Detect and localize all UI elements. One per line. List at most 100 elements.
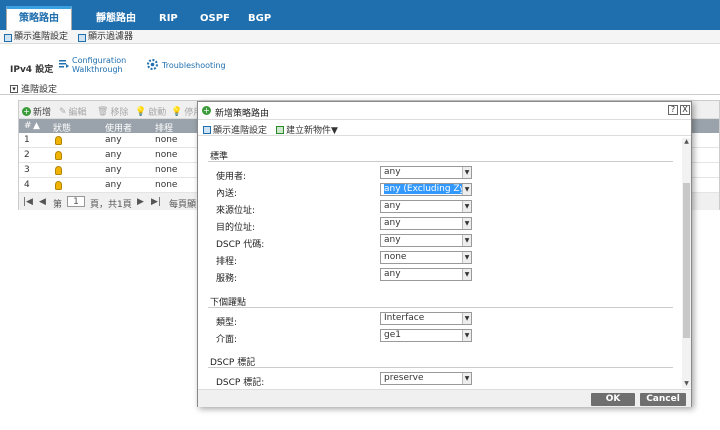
dscp-code-label: DSCP 代碼:	[216, 240, 265, 250]
destination-address-value: any	[384, 218, 401, 228]
active-bulb-icon	[55, 151, 62, 160]
dialog-footer: OK Cancel	[198, 389, 691, 407]
dialog-title: 新增策略路由	[215, 109, 270, 119]
show-filter-link[interactable]: 顯示過濾器	[78, 32, 133, 43]
row-schedule: none	[155, 165, 178, 175]
configuration-walkthrough-link[interactable]: Configuration Walkthrough	[72, 56, 126, 74]
plus-icon: +	[22, 107, 31, 116]
remove-label: 移除	[110, 108, 129, 118]
divider	[0, 94, 720, 95]
interface-label: 介面:	[216, 335, 238, 345]
help-button[interactable]: ?	[668, 105, 678, 115]
page-toolbar: IPv4 設定 Configuration Walkthrough Troubl…	[0, 52, 720, 78]
row-user: any	[105, 180, 122, 190]
new-object-icon	[276, 125, 284, 134]
dscp-code-select[interactable]: any ▼	[380, 234, 472, 247]
source-address-value: any	[384, 201, 401, 211]
chevron-down-icon: ▼	[462, 218, 471, 229]
dialog-toolbar: 顯示進階設定 建立新物件▼	[198, 120, 691, 136]
dialog-scrollbar[interactable]: ▲ ▼	[682, 138, 691, 388]
source-address-select[interactable]: any ▼	[380, 200, 472, 213]
per-page-label: 每頁顯	[169, 200, 197, 210]
first-page-icon[interactable]: |◀	[23, 197, 33, 207]
create-object-button[interactable]: 建立新物件▼	[276, 123, 338, 136]
row-number: 3	[24, 165, 30, 175]
tab-rip[interactable]: RIP	[159, 8, 178, 30]
row-schedule: none	[155, 180, 178, 190]
walkthrough-icon	[59, 60, 69, 68]
remove-button[interactable]: 🗑 移除	[97, 105, 129, 119]
user-value: any	[384, 167, 401, 177]
destination-address-select[interactable]: any ▼	[380, 217, 472, 230]
edit-button[interactable]: ✎ 編輯	[59, 105, 87, 119]
close-button[interactable]: X	[680, 105, 690, 115]
dscp-mark-select[interactable]: preserve ▼	[380, 372, 472, 385]
chevron-down-icon: ▼	[462, 201, 471, 212]
last-page-icon[interactable]: ▶|	[151, 197, 161, 207]
add-icon: +	[202, 106, 211, 115]
type-label: 類型:	[216, 318, 238, 328]
chevron-down-icon: ▼	[462, 373, 471, 384]
activate-button[interactable]: 💡 啟動	[135, 105, 167, 119]
scroll-down-icon[interactable]: ▼	[682, 380, 691, 388]
row-schedule: none	[155, 135, 178, 145]
chevron-down-icon: ▼	[462, 269, 471, 280]
tab-bgp[interactable]: BGP	[248, 8, 271, 30]
edit-label: 編輯	[68, 108, 87, 118]
ipv4-settings-label: IPv4 設定	[10, 65, 54, 75]
page-label: 第	[53, 200, 63, 210]
service-select[interactable]: any ▼	[380, 268, 472, 281]
cancel-button[interactable]: Cancel	[640, 393, 686, 406]
create-object-label: 建立新物件▼	[286, 126, 338, 136]
sub-toolbar: 顯示進階設定 顯示過濾器	[0, 30, 720, 44]
edit-icon: ✎	[59, 106, 67, 117]
incoming-select[interactable]: any (Excluding ZyW ▼	[380, 183, 472, 196]
next-page-icon[interactable]: ▶	[137, 197, 144, 207]
schedule-label: 排程:	[216, 257, 238, 267]
col-number[interactable]: #	[24, 121, 32, 131]
source-address-label: 來源位址:	[216, 206, 256, 216]
service-label: 服務:	[216, 274, 238, 284]
tab-ospf[interactable]: OSPF	[200, 8, 230, 30]
section-divider	[208, 307, 673, 308]
row-user: any	[105, 150, 122, 160]
interface-value: ge1	[384, 330, 401, 340]
tab-static-route[interactable]: 靜態路由	[96, 8, 136, 30]
user-select[interactable]: any ▼	[380, 166, 472, 179]
add-label: 新增	[33, 108, 52, 118]
filter-grid-icon	[78, 33, 86, 42]
bulb-off-icon: 💡	[171, 106, 183, 117]
incoming-label: 內送:	[216, 189, 238, 199]
incoming-value: any (Excluding ZyW	[384, 184, 472, 194]
show-advanced-button[interactable]: 顯示進階設定	[203, 123, 267, 136]
row-user: any	[105, 135, 122, 145]
prev-page-icon[interactable]: ◀	[39, 197, 46, 207]
dscp-mark-label: DSCP 標記:	[216, 378, 265, 388]
chevron-down-icon: ▼	[462, 252, 471, 263]
walkthrough-line-1: Configuration	[72, 56, 127, 65]
schedule-select[interactable]: none ▼	[380, 251, 472, 264]
activate-label: 啟動	[148, 108, 167, 118]
section-divider	[208, 161, 673, 162]
show-advanced-label: 顯示進階設定	[213, 126, 268, 136]
ok-button[interactable]: OK	[591, 393, 635, 406]
troubleshooting-link[interactable]: Troubleshooting	[162, 61, 226, 70]
add-policy-route-dialog: + 新增策略路由 ? X 顯示進階設定 建立新物件▼ 標準 使用者: any ▼ …	[197, 101, 692, 407]
service-value: any	[384, 269, 401, 279]
trash-icon: 🗑	[97, 106, 109, 117]
active-bulb-icon	[55, 136, 62, 145]
page-input[interactable]: 1	[67, 196, 85, 207]
expand-toggle-icon: ▾	[10, 84, 18, 93]
add-button[interactable]: + 新增	[22, 105, 51, 118]
show-advanced-link[interactable]: 顯示進階設定	[4, 32, 68, 43]
interface-select[interactable]: ge1 ▼	[380, 329, 472, 342]
tab-policy-route[interactable]: 策略路由	[6, 6, 72, 30]
row-number: 1	[24, 135, 30, 145]
scrollbar-thumb[interactable]	[683, 183, 690, 338]
type-select[interactable]: Interface ▼	[380, 312, 472, 325]
row-user: any	[105, 165, 122, 175]
page-of-label: 頁，共1頁	[90, 200, 132, 210]
user-label: 使用者:	[216, 172, 247, 182]
section-divider	[208, 367, 673, 368]
scroll-up-icon[interactable]: ▲	[682, 138, 691, 146]
